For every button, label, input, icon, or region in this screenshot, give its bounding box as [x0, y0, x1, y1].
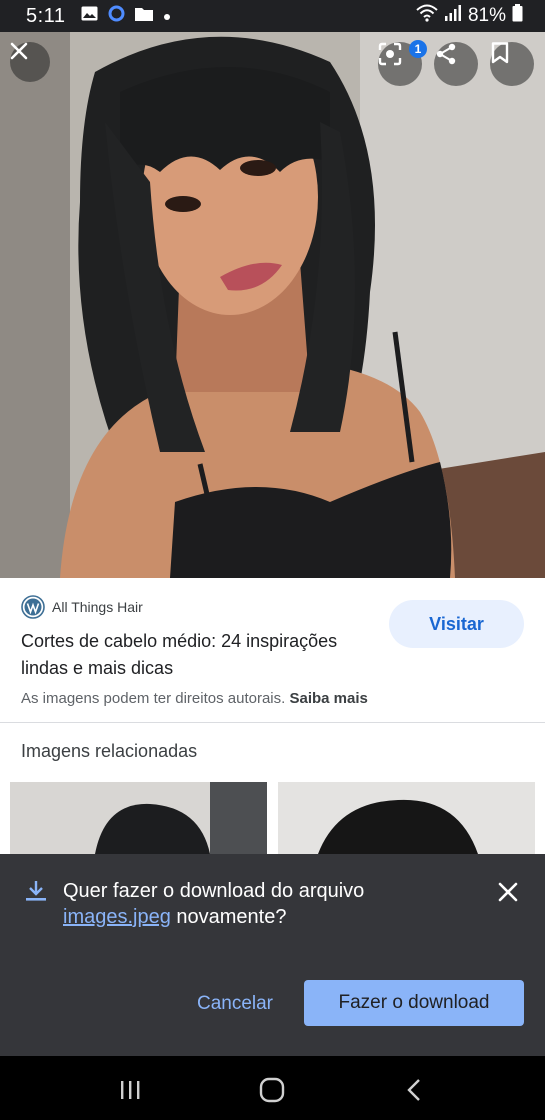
save-button[interactable]	[490, 42, 534, 86]
recent-apps-button[interactable]	[110, 1072, 150, 1108]
visit-button[interactable]: Visitar	[389, 600, 524, 648]
lens-badge: 1	[409, 40, 427, 58]
close-icon	[498, 882, 518, 902]
close-button[interactable]	[10, 42, 50, 82]
source-name: All Things Hair	[52, 599, 143, 615]
copyright-notice: As imagens podem ter direitos autorais. …	[21, 690, 368, 707]
related-images-heading: Imagens relacionadas	[21, 741, 198, 761]
related-image-thumbnail[interactable]	[278, 782, 535, 854]
lens-icon	[378, 42, 402, 66]
home-button[interactable]	[252, 1072, 292, 1108]
confirm-download-button[interactable]: Fazer o download	[304, 980, 524, 1026]
divider	[0, 722, 545, 723]
wifi-icon	[416, 4, 438, 28]
download-message: Quer fazer o download do arquivo images.…	[63, 878, 473, 930]
back-icon	[407, 1079, 420, 1101]
learn-more-link[interactable]: Saiba mais	[289, 690, 367, 707]
folder-icon	[135, 5, 154, 27]
wordpress-icon	[21, 595, 45, 619]
dismiss-download-button[interactable]	[494, 878, 522, 906]
dot-icon	[163, 5, 171, 27]
result-title[interactable]: Cortes de cabelo médio: 24 inspirações l…	[21, 628, 381, 682]
related-image-thumbnail[interactable]	[10, 782, 267, 854]
source-row[interactable]: All Things Hair	[21, 595, 143, 619]
recent-apps-icon	[121, 1081, 140, 1099]
download-filename-link[interactable]: images.jpeg	[63, 906, 171, 928]
back-button[interactable]	[394, 1072, 434, 1108]
copyright-text: As imagens podem ter direitos autorais.	[21, 690, 286, 707]
close-icon	[10, 42, 28, 60]
signal-icon	[444, 4, 462, 28]
battery-percent: 81%	[467, 5, 506, 26]
gallery-icon	[81, 5, 98, 27]
portrait-photo	[0, 32, 545, 578]
bookmark-icon	[491, 42, 509, 64]
status-time: 5:11	[26, 4, 66, 27]
related-photo	[278, 782, 535, 854]
cancel-button[interactable]: Cancelar	[185, 984, 285, 1024]
battery-icon	[512, 4, 523, 28]
download-message-suffix: novamente?	[176, 906, 287, 928]
result-image[interactable]: 1	[0, 32, 545, 578]
status-bar: 5:11 81%	[0, 0, 545, 32]
home-icon	[259, 1077, 285, 1103]
download-message-prefix: Quer fazer o download do arquivo	[63, 880, 365, 902]
messenger-icon	[108, 5, 125, 28]
related-photo	[10, 782, 267, 854]
share-icon	[436, 43, 456, 65]
download-icon	[26, 881, 46, 901]
share-button[interactable]	[434, 42, 478, 86]
